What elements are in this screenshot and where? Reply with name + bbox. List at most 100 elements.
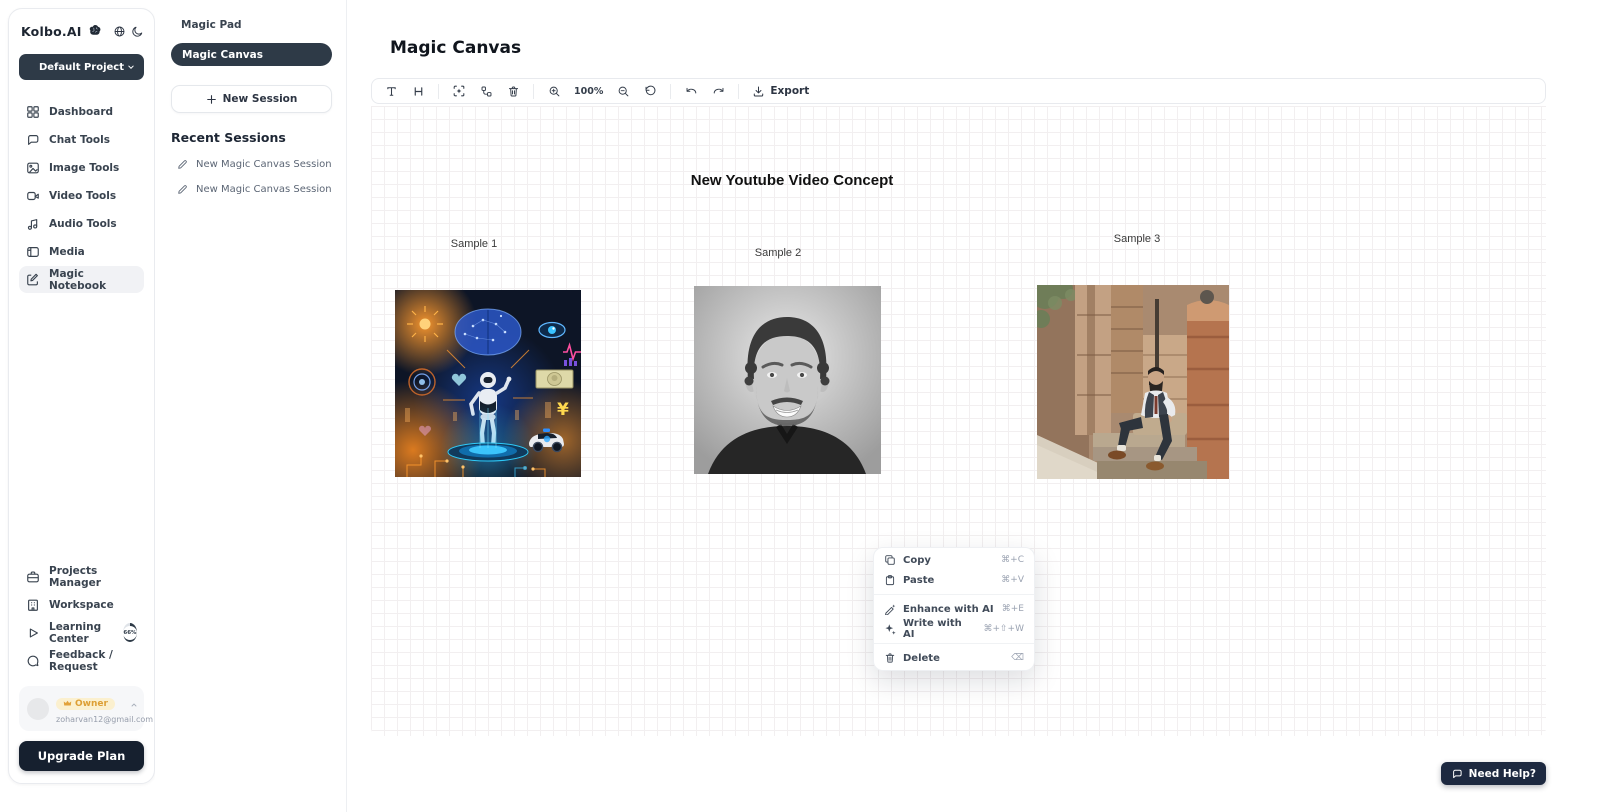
redo-icon xyxy=(712,85,725,98)
session-item-label: New Magic Canvas Session xyxy=(196,159,332,170)
sidebar-item-video-tools[interactable]: Video Tools xyxy=(19,182,144,209)
undo-button[interactable] xyxy=(682,82,700,100)
context-menu: Copy ⌘+C Paste ⌘+V Enhance with AI ⌘+E W… xyxy=(873,547,1035,671)
learning-progress-value: 66% xyxy=(123,626,137,640)
sidebar-item-feedback[interactable]: Feedback / Request xyxy=(19,647,144,674)
sidebar-item-dashboard[interactable]: Dashboard xyxy=(19,98,144,125)
tab-magic-pad[interactable]: Magic Pad xyxy=(171,14,332,36)
new-session-label: New Session xyxy=(223,93,298,105)
export-label: Export xyxy=(770,85,809,97)
sidebar-item-learning-center[interactable]: Learning Center 66% xyxy=(19,619,144,646)
context-menu-item-enhance-ai[interactable]: Enhance with AI ⌘+E xyxy=(874,599,1034,619)
nav-label: Projects Manager xyxy=(49,565,137,589)
sample-3-label[interactable]: Sample 3 xyxy=(1114,233,1160,245)
dashboard-icon xyxy=(26,105,40,119)
reset-rotation-button[interactable] xyxy=(641,82,659,100)
sidebar-item-audio-tools[interactable]: Audio Tools xyxy=(19,210,144,237)
sidebar-item-workspace[interactable]: Workspace xyxy=(19,591,144,618)
session-list-item[interactable]: New Magic Canvas Session xyxy=(171,159,332,170)
sidebar-item-projects-manager[interactable]: Projects Manager xyxy=(19,563,144,590)
sidebar-item-media[interactable]: Media xyxy=(19,238,144,265)
canvas-toolbar: 100% Export xyxy=(371,78,1546,104)
sidebar-header: Kolbo.AI xyxy=(19,23,144,39)
tab-magic-canvas[interactable]: Magic Canvas xyxy=(171,43,332,66)
context-menu-item-delete[interactable]: Delete ⌫ xyxy=(874,648,1034,668)
ai-select-button[interactable] xyxy=(450,82,468,100)
language-globe-icon[interactable] xyxy=(113,25,126,38)
workspace: Magic Canvas 100% xyxy=(347,0,1600,812)
sample-1-label[interactable]: Sample 1 xyxy=(451,238,497,250)
shapes-icon xyxy=(480,85,493,98)
building-icon xyxy=(26,598,40,612)
menu-item-shortcut: ⌫ xyxy=(1011,653,1024,663)
copy-icon xyxy=(884,554,896,566)
user-email: zoharvan12@gmail.com xyxy=(56,715,153,724)
nav-label: Chat Tools xyxy=(49,134,110,146)
project-selector[interactable]: Default Project xyxy=(19,54,144,80)
image-icon xyxy=(26,161,40,175)
sidebar: Kolbo.AI Default Project Dashboard xyxy=(8,8,155,784)
svg-text:¥: ¥ xyxy=(557,400,569,420)
learning-progress-ring: 66% xyxy=(123,623,137,642)
crown-icon xyxy=(63,699,72,708)
download-icon xyxy=(752,85,765,98)
text-tool-button[interactable] xyxy=(382,82,400,100)
sample-2-label[interactable]: Sample 2 xyxy=(755,247,801,259)
heading-tool-icon xyxy=(412,85,425,98)
menu-divider xyxy=(874,643,1034,644)
heading-tool-button[interactable] xyxy=(409,82,427,100)
toolbar-divider xyxy=(533,84,534,99)
video-icon xyxy=(26,189,40,203)
context-menu-item-paste[interactable]: Paste ⌘+V xyxy=(874,570,1034,590)
context-menu-item-copy[interactable]: Copy ⌘+C xyxy=(874,550,1034,570)
need-help-button[interactable]: Need Help? xyxy=(1441,762,1546,785)
feedback-icon xyxy=(26,654,40,668)
toolbar-divider xyxy=(670,84,671,99)
ai-select-icon xyxy=(452,84,466,98)
media-icon xyxy=(26,245,40,259)
sidebar-item-image-tools[interactable]: Image Tools xyxy=(19,154,144,181)
zoom-in-button[interactable] xyxy=(545,82,563,100)
sample-1-image[interactable]: ¥ xyxy=(395,290,581,477)
shapes-flow-button[interactable] xyxy=(477,82,495,100)
sidebar-item-chat-tools[interactable]: Chat Tools xyxy=(19,126,144,153)
chevron-down-icon xyxy=(126,62,136,75)
nav-label: Media xyxy=(49,246,85,258)
sidebar-item-magic-notebook[interactable]: Magic Notebook xyxy=(19,266,144,293)
upgrade-plan-button[interactable]: Upgrade Plan xyxy=(19,741,144,771)
toolbar-divider xyxy=(438,84,439,99)
toolbar-divider xyxy=(738,84,739,99)
menu-item-shortcut: ⌘+⇧+W xyxy=(983,624,1024,634)
menu-item-label: Write with AI xyxy=(903,618,977,640)
canvas-heading-text[interactable]: New Youtube Video Concept xyxy=(691,172,894,189)
zoom-out-button[interactable] xyxy=(614,82,632,100)
role-badge-label: Owner xyxy=(75,699,108,709)
recent-sessions-title: Recent Sessions xyxy=(171,130,332,145)
avatar xyxy=(27,698,49,720)
magic-canvas-surface[interactable]: New Youtube Video Concept Sample 1 Sampl… xyxy=(371,106,1546,736)
project-selector-label: Default Project xyxy=(39,62,124,73)
menu-item-shortcut: ⌘+C xyxy=(1001,555,1024,565)
nav-label: Workspace xyxy=(49,599,114,611)
sidebar-nav: Dashboard Chat Tools Image Tools Video T… xyxy=(19,98,144,293)
sample-2-image[interactable] xyxy=(694,286,881,474)
nav-label: Feedback / Request xyxy=(49,649,137,673)
text-tool-icon xyxy=(385,85,398,98)
user-account-card[interactable]: Owner zoharvan12@gmail.com xyxy=(19,686,144,731)
pencil-icon xyxy=(177,159,188,170)
delete-tool-button[interactable] xyxy=(504,82,522,100)
context-menu-item-write-ai[interactable]: Write with AI ⌘+⇧+W xyxy=(874,619,1034,639)
sparkle-icon xyxy=(884,623,896,635)
sample-3-image[interactable] xyxy=(1037,285,1229,479)
redo-button[interactable] xyxy=(709,82,727,100)
session-list-item[interactable]: New Magic Canvas Session xyxy=(171,184,332,195)
pencil-icon xyxy=(177,184,188,195)
brand-logo: Kolbo.AI xyxy=(21,24,82,39)
dark-mode-moon-icon[interactable] xyxy=(131,25,144,38)
zoom-level[interactable]: 100% xyxy=(572,86,605,97)
new-session-button[interactable]: New Session xyxy=(171,85,332,113)
menu-item-label: Enhance with AI xyxy=(903,604,994,615)
menu-item-label: Delete xyxy=(903,653,940,664)
export-button[interactable]: Export xyxy=(750,85,811,98)
sidebar-footer-nav: Projects Manager Workspace Learning Cent… xyxy=(19,563,144,674)
